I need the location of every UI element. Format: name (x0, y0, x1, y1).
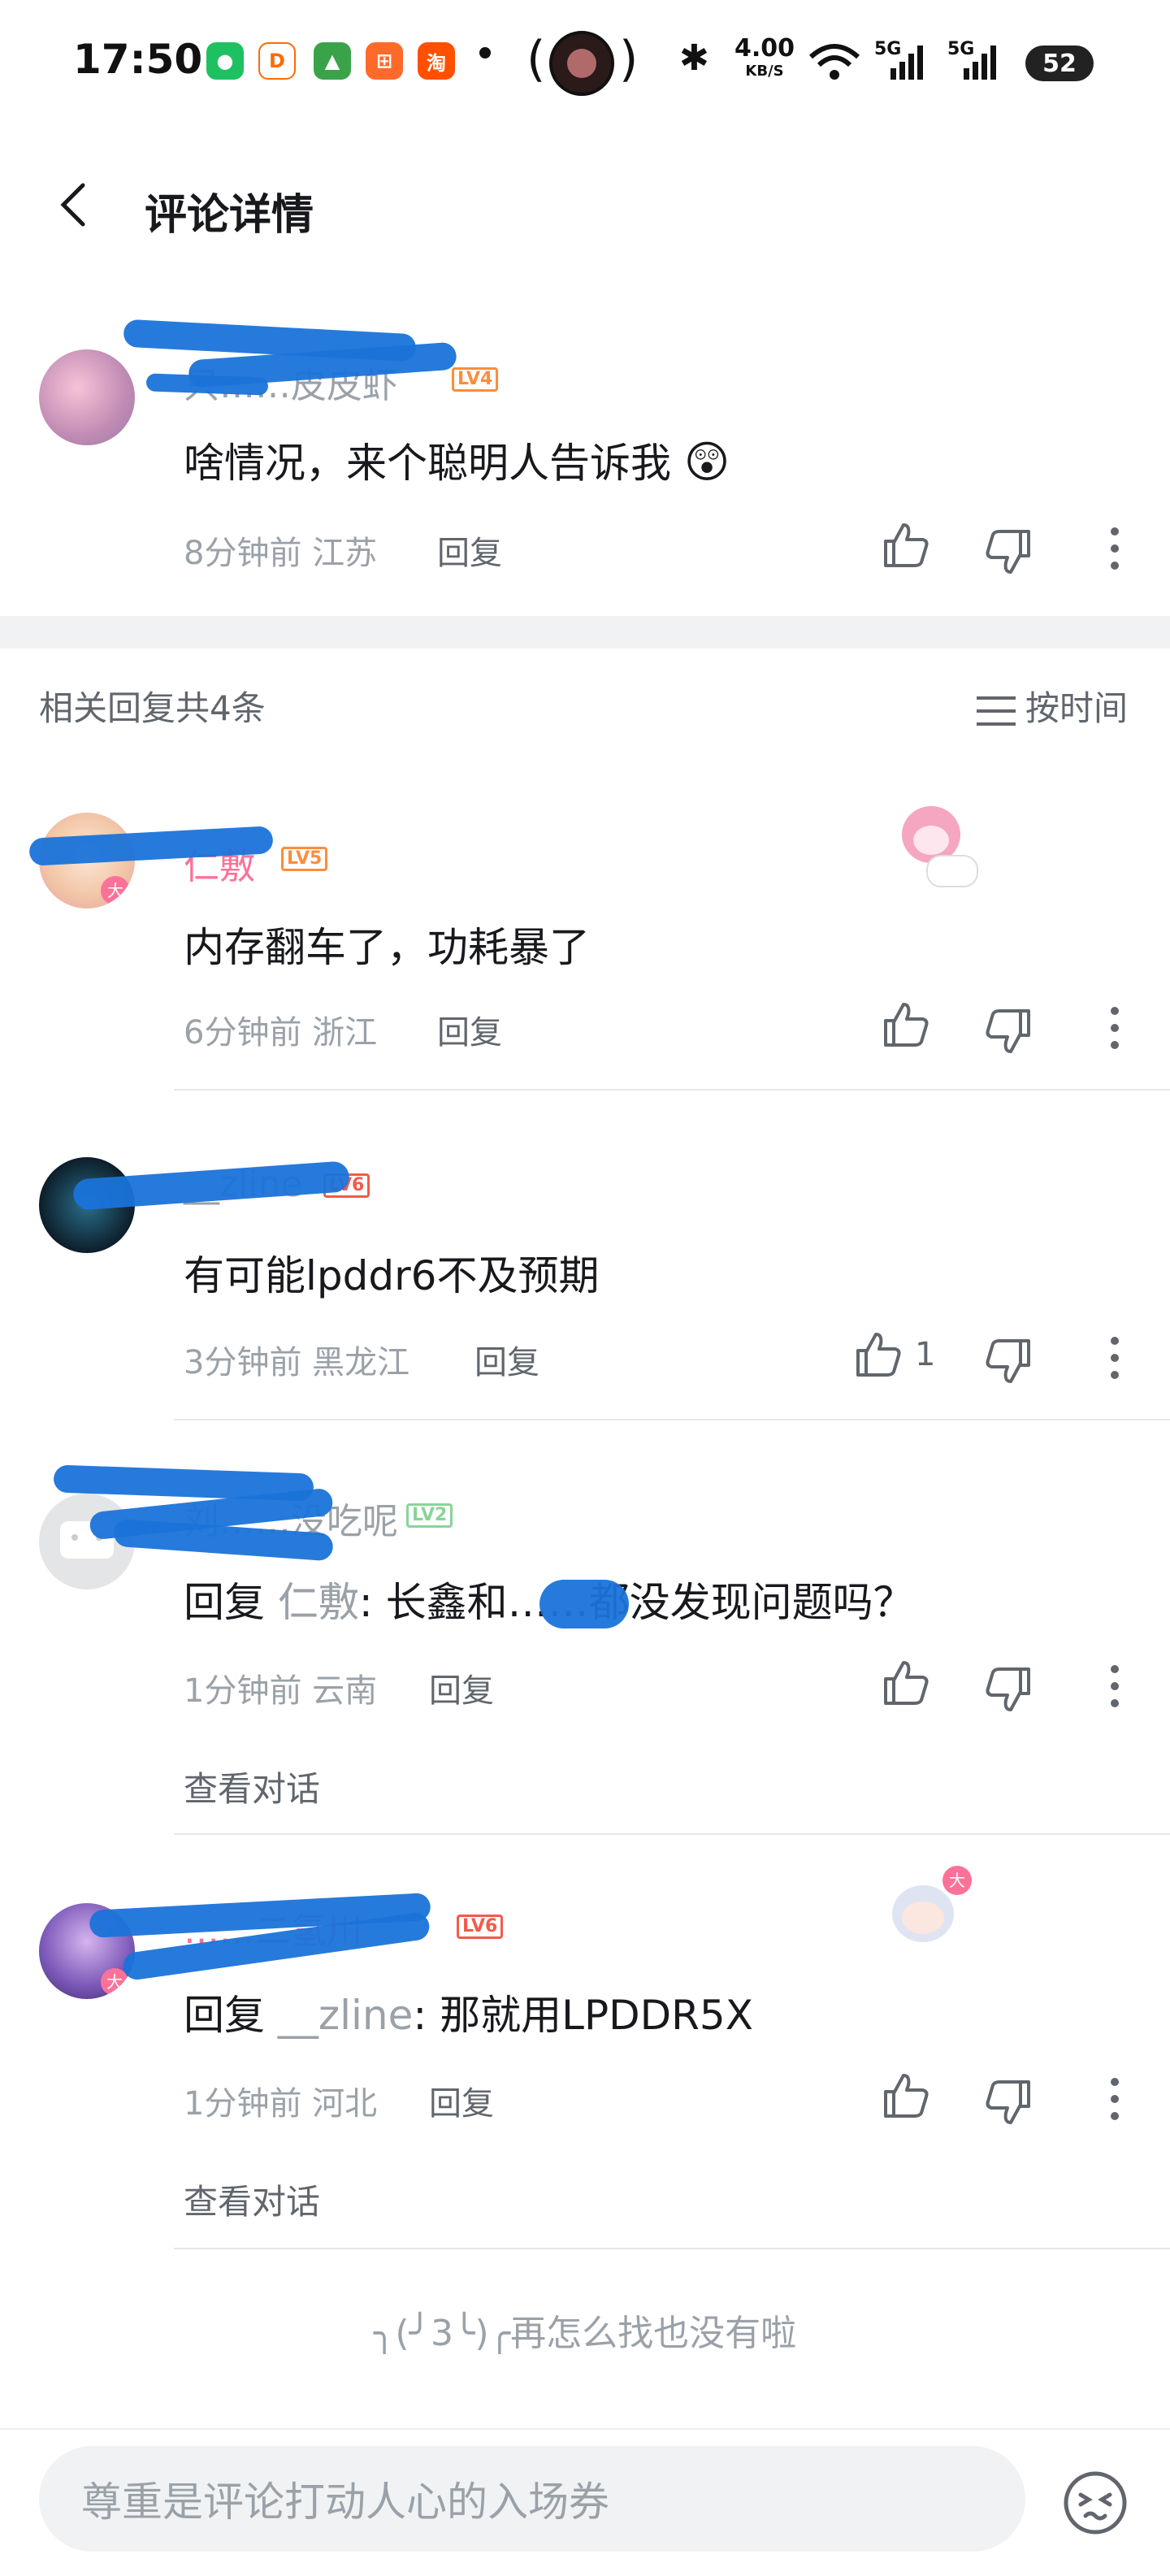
view-conversation-link[interactable]: 查看对话 (184, 1762, 320, 1811)
emoji-icon[interactable] (1061, 2469, 1129, 2537)
taobao-icon: 淘 (418, 42, 455, 80)
view-conversation-link[interactable]: 查看对话 (184, 2175, 320, 2224)
surprised-face-icon: 😲 (683, 436, 730, 488)
signal-icon-1 (890, 46, 923, 80)
decoration-sticker: 大 (878, 1866, 975, 1955)
comment-text: 啥情况，来个聪明人告诉我 😲 (184, 436, 730, 488)
avatar[interactable] (39, 349, 135, 445)
dislike-icon[interactable] (983, 527, 1034, 577)
redaction-scribble (540, 1580, 629, 1628)
net-unit: KB/S (745, 63, 784, 80)
back-icon[interactable] (57, 180, 89, 229)
comment-meta: 6分钟前 浙江 (184, 1014, 378, 1052)
level-badge: LV4 (452, 367, 499, 392)
sort-toggle[interactable]: 按时间 (976, 681, 1128, 731)
more-notifications-icon (479, 47, 491, 59)
end-of-list-text: ╮(╯3╰)╭再怎么找也没有啦 (373, 2313, 797, 2354)
app-grid-icon: ⊞ (366, 42, 403, 80)
like-icon[interactable] (853, 1329, 904, 1380)
wechat-icon: ● (206, 42, 244, 80)
reply-to-user[interactable]: __zline (278, 1992, 413, 2039)
dislike-icon[interactable] (983, 1664, 1034, 1715)
dislike-icon[interactable] (983, 1006, 1034, 1056)
comment-meta: 8分钟前 江苏 (184, 535, 378, 572)
battery-indicator: 52 (1025, 46, 1094, 81)
dynamic-island-left-bracket: ( (526, 31, 546, 88)
more-options-icon[interactable] (1108, 1003, 1121, 1053)
comment-input[interactable]: 尊重是评论打动人心的入场券 (39, 2446, 1025, 2552)
level-badge: LV6 (457, 1915, 504, 1939)
reply-button[interactable]: 回复 (429, 1664, 494, 1711)
comment-meta: 1分钟前 河北 (184, 2085, 378, 2123)
comment-meta: 3分钟前 黑龙江 (184, 1344, 410, 1381)
page-title: 评论详情 (145, 191, 314, 240)
reply-to-user[interactable]: 仁敷 (278, 1579, 359, 1626)
comment-text: 有可能lpddr6不及预期 (184, 1252, 600, 1299)
reply-button[interactable]: 回复 (437, 527, 502, 574)
like-icon[interactable] (881, 1000, 931, 1050)
dynamic-island-right-bracket: ) (619, 31, 639, 88)
divider (174, 1833, 1170, 1835)
status-bar: 17:50 ● D ▲ ⊞ 淘 ( ) ✱ 4.00 KB/S 5G 5G 52 (0, 0, 1170, 122)
more-options-icon[interactable] (1108, 1333, 1121, 1383)
like-icon[interactable] (881, 2071, 931, 2121)
redaction-scribble (145, 373, 269, 396)
comment-text: 内存翻车了，功耗暴了 (184, 924, 590, 971)
level-badge: LV2 (406, 1503, 453, 1528)
section-separator (0, 616, 1170, 648)
divider (174, 1089, 1170, 1091)
like-count: 1 (915, 1336, 936, 1373)
more-options-icon[interactable] (1108, 1661, 1121, 1711)
reply-button[interactable]: 回复 (429, 2077, 494, 2124)
more-options-icon[interactable] (1108, 2074, 1121, 2124)
comment-meta: 1分钟前 云南 (184, 1672, 378, 1710)
menu-lines-icon (976, 696, 1016, 726)
signal-icon-2 (964, 46, 996, 80)
status-time: 17:50 (73, 36, 203, 83)
divider (174, 1419, 1170, 1420)
net-speed: 4.00 (734, 34, 795, 63)
decoration-sticker (886, 798, 983, 887)
divider (174, 2248, 1170, 2249)
game-app-icon: ▲ (314, 42, 351, 80)
reply-button[interactable]: 回复 (437, 1006, 502, 1053)
bluetooth-icon: ✱ (679, 37, 709, 79)
sort-label: 按时间 (1025, 688, 1128, 728)
comment-text: 回复 __zline: 那就用LPDDR5X (184, 1992, 753, 2039)
didi-icon: D (258, 42, 296, 80)
reply-button[interactable]: 回复 (474, 1336, 540, 1383)
more-options-icon[interactable] (1108, 523, 1121, 574)
reply-count: 相关回复共4条 (39, 688, 266, 728)
dislike-icon[interactable] (983, 1336, 1034, 1386)
dislike-icon[interactable] (983, 2077, 1034, 2127)
wifi-icon (808, 44, 860, 80)
like-icon[interactable] (881, 520, 931, 570)
like-icon[interactable] (881, 1658, 931, 1708)
music-cover-icon (549, 31, 614, 96)
level-badge: LV5 (281, 847, 328, 871)
